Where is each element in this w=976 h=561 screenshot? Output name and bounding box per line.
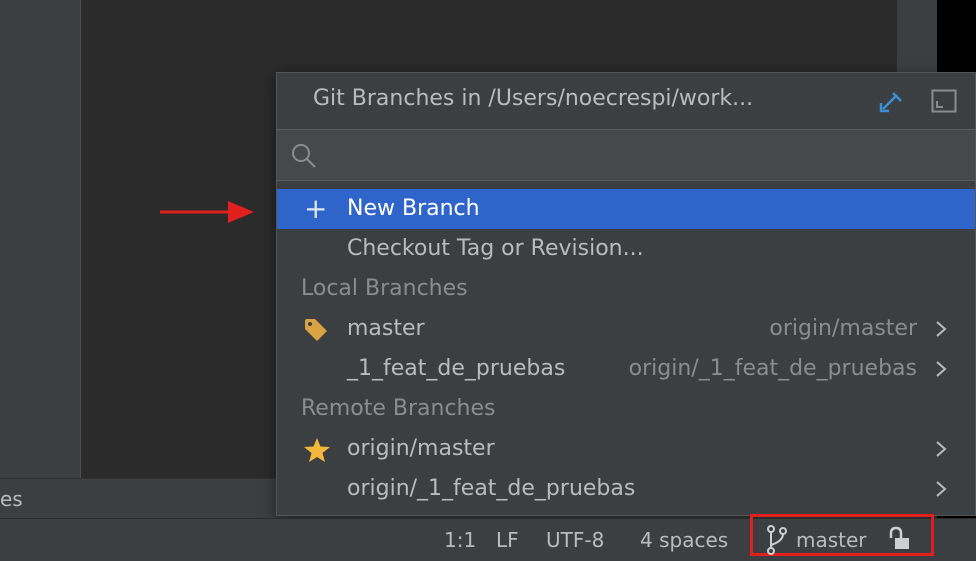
star-icon: [304, 438, 330, 462]
tracking-branch: origin/_1_feat_de_pruebas: [628, 356, 917, 381]
branch-name: origin/master: [347, 436, 495, 461]
local-branch-feat[interactable]: _1_feat_de_pruebas origin/_1_feat_de_pru…: [277, 349, 975, 389]
branch-name: origin/_1_feat_de_pruebas: [347, 476, 636, 501]
search-icon: [292, 144, 316, 168]
new-branch-label: New Branch: [347, 196, 480, 221]
git-branch-icon: [767, 525, 787, 555]
git-branches-popup: Git Branches in /Users/noecrespi/work...…: [276, 72, 976, 516]
project-panel: [0, 0, 81, 478]
checkout-tag-label: Checkout Tag or Revision...: [347, 236, 644, 261]
chevron-right-icon[interactable]: [934, 439, 948, 459]
tag-icon: [305, 319, 327, 341]
popup-title: Git Branches in /Users/noecrespi/work...: [313, 86, 754, 111]
file-encoding[interactable]: UTF-8: [546, 528, 604, 552]
checkout-tag-item[interactable]: Checkout Tag or Revision...: [277, 229, 975, 269]
indent-setting[interactable]: 4 spaces: [640, 528, 728, 552]
line-separator[interactable]: LF: [496, 528, 519, 552]
restore-size-icon[interactable]: [931, 89, 957, 113]
new-branch-item[interactable]: + New Branch: [277, 189, 975, 229]
chevron-right-icon[interactable]: [934, 359, 948, 379]
chevron-right-icon[interactable]: [934, 479, 948, 499]
branch-name: master: [347, 316, 425, 341]
current-branch-label[interactable]: master: [796, 528, 867, 552]
remote-branches-header: Remote Branches: [301, 396, 496, 421]
remote-branch-origin-master[interactable]: origin/master: [277, 429, 975, 469]
plus-icon: +: [304, 192, 328, 225]
chevron-right-icon[interactable]: [934, 319, 948, 339]
branch-name: _1_feat_de_pruebas: [347, 356, 566, 381]
remote-branch-origin-feat[interactable]: origin/_1_feat_de_pruebas: [277, 469, 975, 509]
branch-search-input[interactable]: [329, 140, 953, 172]
tool-window-label[interactable]: es: [0, 487, 23, 511]
caret-position[interactable]: 1:1: [444, 528, 476, 552]
annotation-arrow-icon: [160, 201, 254, 223]
tracking-branch: origin/master: [769, 316, 917, 341]
local-branches-header: Local Branches: [301, 276, 468, 301]
local-branch-master[interactable]: master origin/master: [277, 309, 975, 349]
unlocked-icon[interactable]: [888, 526, 914, 552]
pin-icon[interactable]: [879, 89, 905, 113]
search-box: [277, 129, 975, 181]
